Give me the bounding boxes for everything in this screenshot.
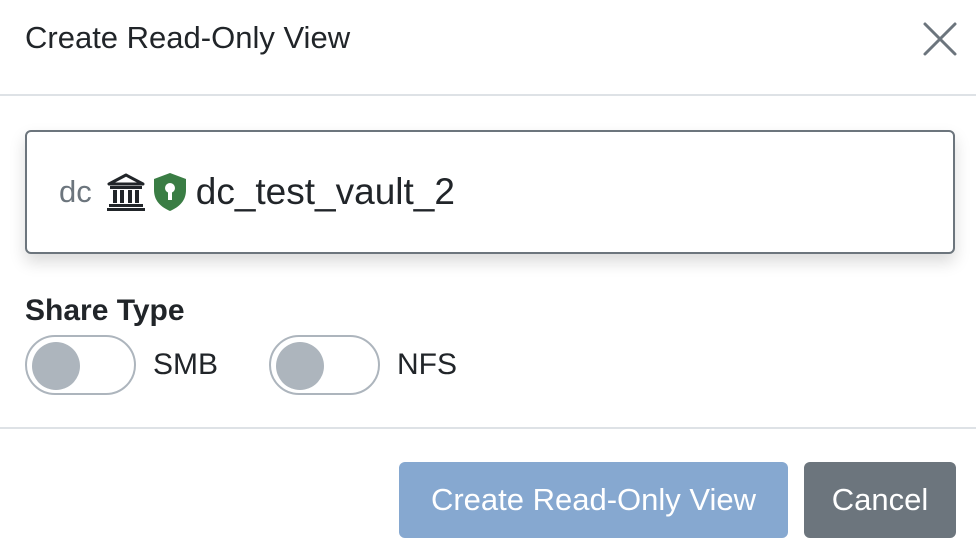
shield-lock-icon bbox=[153, 173, 186, 211]
nfs-toggle[interactable] bbox=[269, 335, 380, 395]
modal-footer: Create Read-Only View Cancel bbox=[0, 427, 976, 550]
create-read-only-view-button[interactable]: Create Read-Only View bbox=[399, 462, 788, 538]
modal-title: Create Read-Only View bbox=[25, 20, 351, 55]
nfs-toggle-group: NFS bbox=[269, 334, 457, 396]
vault-bank-icon bbox=[106, 173, 145, 211]
share-type-label: Share Type bbox=[25, 294, 185, 327]
cancel-button[interactable]: Cancel bbox=[804, 462, 956, 538]
nfs-toggle-knob bbox=[276, 342, 324, 390]
create-read-only-view-dialog: Create Read-Only View dc dc_test_vault_2 bbox=[0, 0, 976, 550]
source-vault-card: dc dc_test_vault_2 bbox=[25, 130, 955, 254]
nfs-label: NFS bbox=[397, 348, 457, 381]
close-icon bbox=[923, 22, 957, 56]
vault-name: dc_test_vault_2 bbox=[195, 171, 455, 212]
smb-label: SMB bbox=[153, 348, 219, 381]
smb-toggle[interactable] bbox=[25, 335, 136, 395]
modal-header: Create Read-Only View bbox=[0, 0, 976, 96]
close-button[interactable] bbox=[918, 17, 962, 61]
smb-toggle-knob bbox=[32, 342, 80, 390]
cluster-name: dc bbox=[59, 174, 92, 209]
smb-toggle-group: SMB bbox=[25, 334, 218, 396]
